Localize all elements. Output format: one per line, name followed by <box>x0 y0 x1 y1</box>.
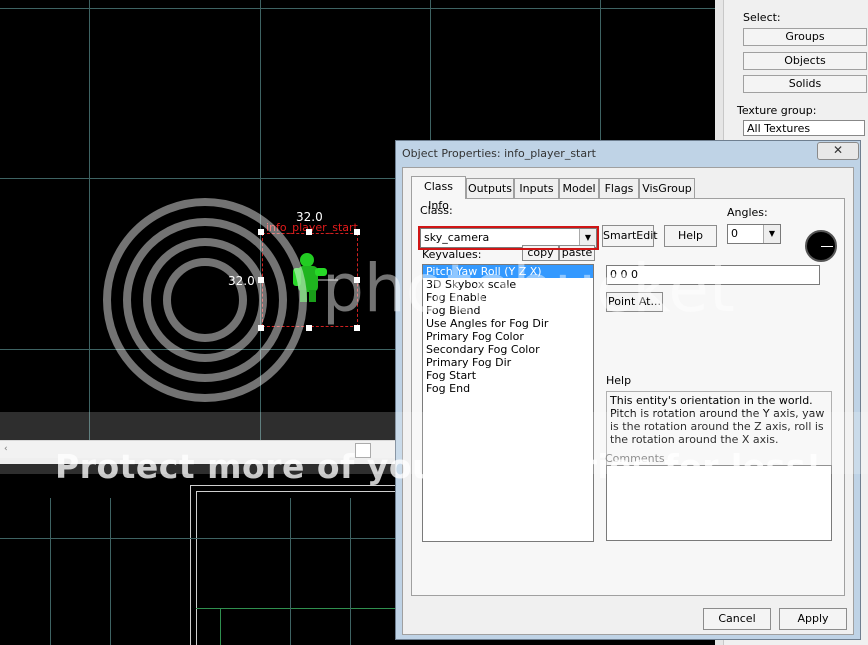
list-item[interactable]: Pitch Yaw Roll (Y Z X) <box>423 265 593 278</box>
texture-group-select[interactable]: All Textures <box>743 120 865 136</box>
grid-line <box>50 498 51 645</box>
select-groups-button[interactable]: Groups <box>743 28 867 46</box>
paste-button[interactable]: paste <box>559 245 595 261</box>
grid-line <box>290 498 291 645</box>
angles-value: 0 <box>731 227 738 240</box>
keyvalues-label: Keyvalues: <box>422 248 482 261</box>
grid-line <box>350 498 351 645</box>
resize-handle[interactable] <box>306 229 312 235</box>
select-solids-button[interactable]: Solids <box>743 75 867 93</box>
texture-group-label: Texture group: <box>737 104 817 117</box>
resize-handle[interactable] <box>258 277 264 283</box>
select-objects-button[interactable]: Objects <box>743 52 867 70</box>
brush-edge <box>190 485 191 645</box>
list-item[interactable]: Fog Enable <box>423 291 593 304</box>
tab-outputs[interactable]: Outputs <box>466 178 514 198</box>
help-section-label: Help <box>606 374 632 387</box>
scrollbar-thumb[interactable] <box>355 443 371 458</box>
height-dimension: 32.0 <box>228 274 255 288</box>
close-icon: ✕ <box>832 143 844 157</box>
grid-line <box>0 538 395 539</box>
apply-button[interactable]: Apply <box>779 608 847 630</box>
scroll-left-icon[interactable]: ‹ <box>4 444 8 454</box>
compass-needle <box>821 246 833 247</box>
tab-model[interactable]: Model <box>559 178 599 198</box>
list-item[interactable]: Fog Start <box>423 369 593 382</box>
resize-handle[interactable] <box>354 277 360 283</box>
grid-line <box>0 8 715 9</box>
comments-input[interactable] <box>606 465 832 541</box>
angles-select[interactable]: 0 ▼ <box>727 224 781 244</box>
angles-label: Angles: <box>727 206 768 219</box>
grid-line <box>89 0 90 440</box>
resize-handle[interactable] <box>306 325 312 331</box>
point-at-button[interactable]: Point At... <box>606 292 663 312</box>
smartedit-button[interactable]: SmartEdit <box>602 225 658 247</box>
brush-edge <box>196 491 395 492</box>
list-item[interactable]: Primary Fog Dir <box>423 356 593 369</box>
viewport-border <box>0 458 395 464</box>
keyvalue-input[interactable]: 0 0 0 <box>606 265 820 285</box>
resize-handle[interactable] <box>258 229 264 235</box>
close-button[interactable]: ✕ <box>817 142 859 160</box>
object-properties-dialog: Object Properties: info_player_start ✕ C… <box>395 140 861 640</box>
list-item[interactable]: Fog End <box>423 382 593 395</box>
keyvalues-list[interactable]: Pitch Yaw Roll (Y Z X) 3D Skybox scale F… <box>422 264 594 542</box>
list-item[interactable]: 3D Skybox scale <box>423 278 593 291</box>
player-entity-icon[interactable] <box>290 246 340 306</box>
grid-line <box>260 0 261 440</box>
grid-line <box>110 498 111 645</box>
tab-class-info[interactable]: Class Info <box>411 176 466 212</box>
list-item[interactable]: Secondary Fog Color <box>423 343 593 356</box>
tab-inputs[interactable]: Inputs <box>514 178 559 198</box>
list-item[interactable]: Primary Fog Color <box>423 330 593 343</box>
resize-handle[interactable] <box>354 325 360 331</box>
brush-edge <box>190 485 395 486</box>
class-info-panel: Class: sky_camera ▼ SmartEdit Help Angle… <box>411 198 845 596</box>
resize-handle[interactable] <box>258 325 264 331</box>
resize-handle[interactable] <box>354 229 360 235</box>
tab-visgroup[interactable]: VisGroup <box>639 178 695 198</box>
dialog-title: Object Properties: info_player_start <box>402 147 596 160</box>
grid-line <box>196 608 395 609</box>
comments-label: Comments <box>605 452 665 465</box>
map-viewport-2d[interactable] <box>0 458 395 645</box>
select-label: Select: <box>743 11 781 24</box>
brush-edge <box>196 491 197 645</box>
list-item[interactable]: Fog Blend <box>423 304 593 317</box>
help-button[interactable]: Help <box>664 225 717 247</box>
copy-button[interactable]: copy <box>522 245 559 261</box>
angle-compass-icon[interactable] <box>805 230 837 262</box>
chevron-down-icon[interactable]: ▼ <box>763 225 780 243</box>
grid-line <box>220 608 221 645</box>
cancel-button[interactable]: Cancel <box>703 608 771 630</box>
class-value: sky_camera <box>424 231 490 244</box>
dialog-client: Class Info Outputs Inputs Model Flags Vi… <box>402 167 854 635</box>
viewport-horizontal-scrollbar[interactable]: ‹ <box>0 440 395 459</box>
list-item[interactable]: Use Angles for Fog Dir <box>423 317 593 330</box>
tab-flags[interactable]: Flags <box>599 178 639 198</box>
